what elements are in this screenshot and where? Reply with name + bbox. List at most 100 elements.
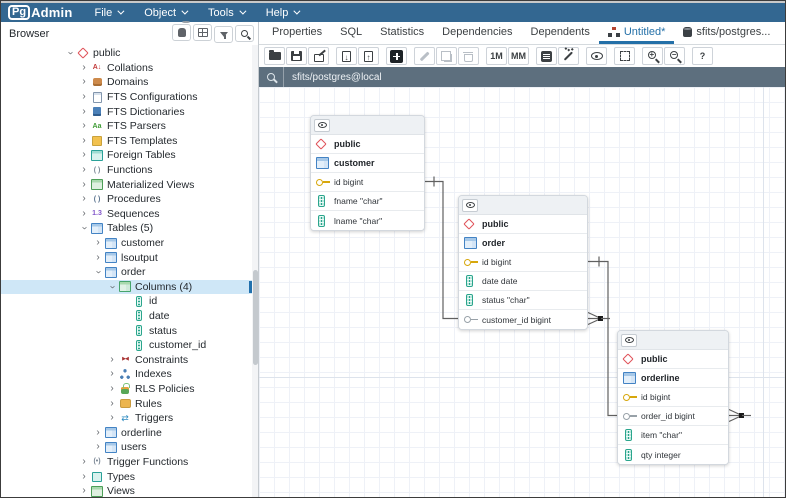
expand-icon[interactable]: ›: [79, 77, 89, 87]
expand-icon[interactable]: ›: [79, 107, 89, 117]
edit-table-button[interactable]: [414, 47, 435, 65]
tree-item-tables-5[interactable]: ›Tables (5): [1, 221, 258, 236]
tab-sql[interactable]: SQL: [331, 22, 371, 44]
tree-item-domains[interactable]: ›Domains: [1, 75, 258, 90]
zoom-in-button[interactable]: [642, 47, 663, 65]
tree-item-public[interactable]: ›public: [1, 46, 258, 61]
search-button[interactable]: [235, 25, 254, 42]
collapse-icon[interactable]: ›: [79, 223, 89, 233]
tree-item-sequences[interactable]: ›Sequences: [1, 207, 258, 222]
tab-sfits-p[interactable]: sfits/p: [779, 22, 786, 44]
download-image-button[interactable]: [358, 47, 379, 65]
node-header[interactable]: [618, 331, 728, 350]
expand-icon[interactable]: ›: [107, 355, 117, 365]
collapse-icon[interactable]: ›: [65, 48, 75, 58]
generate-sql-button[interactable]: [336, 47, 357, 65]
toggle-details-button[interactable]: [621, 334, 637, 347]
clone-table-button[interactable]: [436, 47, 457, 65]
tree-item-functions[interactable]: ›Functions: [1, 163, 258, 178]
many-to-many-button[interactable]: MM: [508, 47, 529, 65]
expand-icon[interactable]: ›: [79, 472, 89, 482]
add-table-button[interactable]: [386, 47, 407, 65]
expand-icon[interactable]: ›: [79, 92, 89, 102]
help-button[interactable]: ?: [692, 47, 713, 65]
erd-canvas[interactable]: publiccustomerid bigintfname "char"lname…: [259, 87, 785, 497]
collapse-icon[interactable]: ›: [93, 267, 103, 277]
auto-align-button[interactable]: [558, 47, 579, 65]
erd-table-node-orderline[interactable]: publicorderlineid bigintorder_id biginti…: [617, 330, 729, 465]
expand-icon[interactable]: ›: [107, 413, 117, 423]
tree-item-orderline[interactable]: ›orderline: [1, 425, 258, 440]
menu-file[interactable]: File: [95, 7, 123, 19]
dashboard-grid-button[interactable]: [193, 24, 212, 41]
tree-item-users[interactable]: ›users: [1, 440, 258, 455]
tab-dependencies[interactable]: Dependencies: [433, 22, 521, 44]
tree-item-collations[interactable]: ›Collations: [1, 61, 258, 76]
expand-icon[interactable]: ›: [93, 428, 103, 438]
tree-item-procedures[interactable]: ›Procedures: [1, 192, 258, 207]
expand-icon[interactable]: ›: [93, 442, 103, 452]
erd-table-node-order[interactable]: publicorderid bigintdate datestatus "cha…: [458, 195, 588, 330]
expand-icon[interactable]: ›: [79, 180, 89, 190]
tree-item-foreign-tables[interactable]: ›Foreign Tables: [1, 148, 258, 163]
menu-tools[interactable]: Tools: [208, 7, 244, 19]
tree-item-types[interactable]: ›Types: [1, 469, 258, 484]
node-header[interactable]: [311, 116, 424, 135]
tab-statistics[interactable]: Statistics: [371, 22, 433, 44]
tree-item-id[interactable]: ›id: [1, 294, 258, 309]
tab-sfits-postgres[interactable]: sfits/postgres...: [674, 22, 779, 44]
expand-icon[interactable]: ›: [79, 150, 89, 160]
open-project-button[interactable]: [264, 47, 285, 65]
toggle-details-button[interactable]: [462, 199, 478, 212]
object-explorer-button[interactable]: [172, 24, 191, 41]
tree-item-customer[interactable]: ›customer: [1, 236, 258, 251]
expand-icon[interactable]: ›: [79, 457, 89, 467]
tree-item-date[interactable]: ›date: [1, 309, 258, 324]
expand-icon[interactable]: ›: [93, 238, 103, 248]
expand-icon[interactable]: ›: [79, 165, 89, 175]
expand-icon[interactable]: ›: [107, 369, 117, 379]
expand-icon[interactable]: ›: [79, 63, 89, 73]
tree-item-fts-dictionaries[interactable]: ›FTS Dictionaries: [1, 104, 258, 119]
toggle-details-button[interactable]: [314, 119, 330, 132]
zoom-to-fit-button[interactable]: [614, 47, 635, 65]
one-to-many-button[interactable]: 1M: [486, 47, 507, 65]
drop-table-button[interactable]: [458, 47, 479, 65]
tree-item-fts-parsers[interactable]: ›FTS Parsers: [1, 119, 258, 134]
tree-item-views[interactable]: ›Views: [1, 484, 258, 497]
collapse-icon[interactable]: ›: [107, 282, 117, 292]
tree-item-trigger-functions[interactable]: ›Trigger Functions: [1, 455, 258, 470]
tree-item-order[interactable]: ›order: [1, 265, 258, 280]
tree-item-triggers[interactable]: ›Triggers: [1, 411, 258, 426]
save-project-button[interactable]: [286, 47, 307, 65]
zoom-out-button[interactable]: [664, 47, 685, 65]
tree-item-indexes[interactable]: ›Indexes: [1, 367, 258, 382]
tree-item-fts-configurations[interactable]: ›FTS Configurations: [1, 90, 258, 105]
node-header[interactable]: [459, 196, 587, 215]
erd-table-node-customer[interactable]: publiccustomerid bigintfname "char"lname…: [310, 115, 425, 231]
filter-button[interactable]: [214, 26, 233, 43]
expand-icon[interactable]: ›: [107, 384, 117, 394]
menu-help[interactable]: Help: [266, 7, 299, 19]
expand-icon[interactable]: ›: [79, 121, 89, 131]
tree-item-fts-templates[interactable]: ›FTS Templates: [1, 134, 258, 149]
tree-item-customer-id[interactable]: ›customer_id: [1, 338, 258, 353]
tree-item-constraints[interactable]: ›Constraints: [1, 352, 258, 367]
expand-icon[interactable]: ›: [93, 253, 103, 263]
tree-item-rls-policies[interactable]: ›RLS Policies: [1, 382, 258, 397]
tab-untitled[interactable]: Untitled*: [599, 22, 675, 44]
menu-object[interactable]: Object: [144, 7, 186, 19]
expand-icon[interactable]: ›: [79, 194, 89, 204]
expand-icon[interactable]: ›: [79, 486, 89, 496]
add-note-button[interactable]: [536, 47, 557, 65]
tree-item-rules[interactable]: ›Rules: [1, 396, 258, 411]
save-as-button[interactable]: [308, 47, 329, 65]
tree-scrollbar-track[interactable]: [252, 45, 258, 497]
tree-item-materialized-views[interactable]: ›Materialized Views: [1, 177, 258, 192]
expand-icon[interactable]: ›: [107, 399, 117, 409]
expand-icon[interactable]: ›: [79, 209, 89, 219]
tree-item-lsoutput[interactable]: ›lsoutput: [1, 250, 258, 265]
tab-properties[interactable]: Properties: [263, 22, 331, 44]
show-details-button[interactable]: [586, 47, 607, 65]
tree-item-columns-4[interactable]: ›Columns (4): [1, 280, 258, 295]
